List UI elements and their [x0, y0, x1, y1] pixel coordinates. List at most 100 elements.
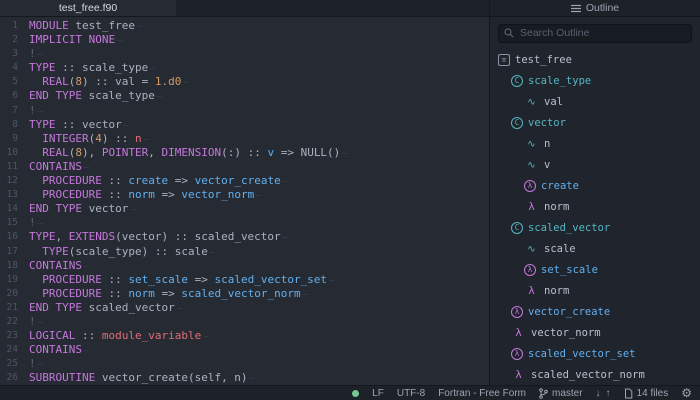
- git-branch-icon: [539, 388, 548, 399]
- line-number: 2: [0, 33, 18, 47]
- main-area: 1234567891011121314151617181920212223242…: [0, 17, 700, 385]
- code-line[interactable]: CONTAINS–: [29, 160, 489, 174]
- line-number: 24: [0, 343, 18, 357]
- line-number: 16: [0, 230, 18, 244]
- code-line[interactable]: !–: [29, 104, 489, 118]
- code-line[interactable]: END TYPE vector–: [29, 202, 489, 216]
- code-line[interactable]: INTEGER(4) :: n–: [29, 132, 489, 146]
- outline-item[interactable]: ∿n: [490, 134, 700, 155]
- outline-item[interactable]: ∿ val: [490, 92, 700, 113]
- outline-panel: ≡test_freeCscale_type∿valCvector∿n∿vλcre…: [489, 17, 700, 385]
- method-icon: λ: [524, 264, 536, 276]
- code-line[interactable]: PROCEDURE :: norm => scaled_vector_norm–: [29, 287, 489, 301]
- grammar-indicator[interactable]: Fortran - Free Form: [438, 388, 526, 399]
- file-count-label: 14 files: [637, 388, 669, 399]
- code-line[interactable]: TYPE, EXTENDS(vector) :: scaled_vector–: [29, 230, 489, 244]
- eol-marker: –: [36, 360, 43, 370]
- code-line[interactable]: LOGICAL :: module_variable–: [29, 329, 489, 343]
- line-number: 19: [0, 273, 18, 287]
- outline-panel-header: Outline: [489, 0, 700, 16]
- code-line[interactable]: MODULE test_free–: [29, 19, 489, 33]
- code-line[interactable]: PROCEDURE :: set_scale => scaled_vector_…: [29, 273, 489, 287]
- branch-name: master: [552, 388, 583, 399]
- outline-item-label: n: [544, 138, 550, 150]
- field-icon: ∿: [524, 97, 539, 108]
- outline-item-label: val: [544, 96, 563, 108]
- eol-marker: –: [148, 64, 155, 74]
- outline-item-label: scaled_vector_norm: [531, 369, 645, 381]
- eol-marker: –: [208, 248, 215, 258]
- code-line[interactable]: CONTAINS–: [29, 343, 489, 357]
- code-line[interactable]: IMPLICIT NONE–: [29, 33, 489, 47]
- outline-item-label: create: [541, 180, 579, 192]
- outline-tree: ≡test_freeCscale_type∿valCvector∿n∿vλcre…: [490, 49, 700, 386]
- line-ending-indicator[interactable]: LF: [372, 388, 384, 399]
- encoding-indicator[interactable]: UTF-8: [397, 388, 425, 399]
- code-line[interactable]: !–: [29, 357, 489, 371]
- outline-item-label: scale_type: [528, 75, 591, 87]
- outline-item[interactable]: λcreate: [490, 176, 700, 197]
- method-icon: λ: [524, 180, 536, 192]
- outline-search-input[interactable]: [498, 24, 692, 43]
- git-branch-indicator[interactable]: master: [539, 388, 583, 399]
- outline-item[interactable]: λvector_create: [490, 302, 700, 323]
- outline-panel-title: Outline: [586, 2, 619, 14]
- gear-icon[interactable]: ⚙: [681, 387, 692, 399]
- outline-item[interactable]: Cvector: [490, 113, 700, 134]
- code-line[interactable]: PROCEDURE :: create => vector_create–: [29, 174, 489, 188]
- tab-bar: test_free.f90 Outline: [0, 0, 700, 17]
- line-number: 7: [0, 104, 18, 118]
- code-line[interactable]: !–: [29, 315, 489, 329]
- code-line[interactable]: TYPE :: vector–: [29, 118, 489, 132]
- outline-item[interactable]: λset_scale: [490, 260, 700, 281]
- code-line[interactable]: END TYPE scale_type–: [29, 89, 489, 103]
- code-line[interactable]: TYPE :: scale_type–: [29, 61, 489, 75]
- eol-marker: –: [281, 177, 288, 187]
- eol-marker: –: [254, 191, 261, 201]
- push-arrow-icon[interactable]: ↑: [606, 388, 611, 399]
- code-line[interactable]: CONTAINS–: [29, 259, 489, 273]
- outline-item[interactable]: λ scaled_vector_norm: [490, 365, 700, 386]
- eol-marker: –: [340, 149, 347, 159]
- code-line[interactable]: !–: [29, 216, 489, 230]
- code-line[interactable]: END TYPE scaled_vector–: [29, 301, 489, 315]
- file-count-indicator[interactable]: 14 files: [624, 388, 669, 399]
- outline-item[interactable]: ∿v: [490, 155, 700, 176]
- code-line[interactable]: PROCEDURE :: norm => vector_norm–: [29, 188, 489, 202]
- code-line[interactable]: REAL(8) :: val = 1.d0–: [29, 75, 489, 89]
- tab-bar-spacer: [176, 0, 489, 16]
- code-area[interactable]: MODULE test_free–IMPLICIT NONE–!–TYPE ::…: [27, 17, 489, 385]
- outline-item[interactable]: ∿scale: [490, 239, 700, 260]
- eol-marker: –: [36, 107, 43, 117]
- outline-item[interactable]: λnorm: [490, 281, 700, 302]
- line-number: 3: [0, 47, 18, 61]
- outline-item[interactable]: λscaled_vector_set: [490, 344, 700, 365]
- line-number: 15: [0, 216, 18, 230]
- pull-arrow-icon[interactable]: ↓: [596, 388, 601, 399]
- module-icon: ≡: [498, 54, 510, 66]
- editor-window: test_free.f90 Outline 123456789101112131…: [0, 0, 700, 400]
- line-number: 5: [0, 75, 18, 89]
- code-line[interactable]: TYPE(scale_type) :: scale–: [29, 245, 489, 259]
- line-number: 14: [0, 202, 18, 216]
- outline-item[interactable]: Cscaled_vector: [490, 218, 700, 239]
- function-icon: λ: [511, 369, 526, 381]
- outline-item-label: norm: [544, 285, 569, 297]
- code-line[interactable]: REAL(8), POINTER, DIMENSION(:) :: v => N…: [29, 146, 489, 160]
- eol-marker: –: [82, 163, 89, 173]
- outline-item-label: norm: [544, 201, 569, 213]
- class-icon: C: [511, 222, 523, 234]
- outline-item[interactable]: ≡test_free: [490, 50, 700, 71]
- outline-search-box: [498, 23, 692, 43]
- eol-marker: –: [248, 374, 255, 384]
- line-number: 21: [0, 301, 18, 315]
- code-line[interactable]: !–: [29, 47, 489, 61]
- tab-test-free-f90[interactable]: test_free.f90: [0, 0, 176, 16]
- outline-item-label: scaled_vector: [528, 222, 610, 234]
- code-line[interactable]: SUBROUTINE vector_create(self, n)–: [29, 371, 489, 385]
- outline-item[interactable]: λvector_norm: [490, 323, 700, 344]
- file-icon: [624, 388, 633, 399]
- line-number: 9: [0, 132, 18, 146]
- outline-item[interactable]: Cscale_type: [490, 71, 700, 92]
- outline-item[interactable]: λnorm: [490, 197, 700, 218]
